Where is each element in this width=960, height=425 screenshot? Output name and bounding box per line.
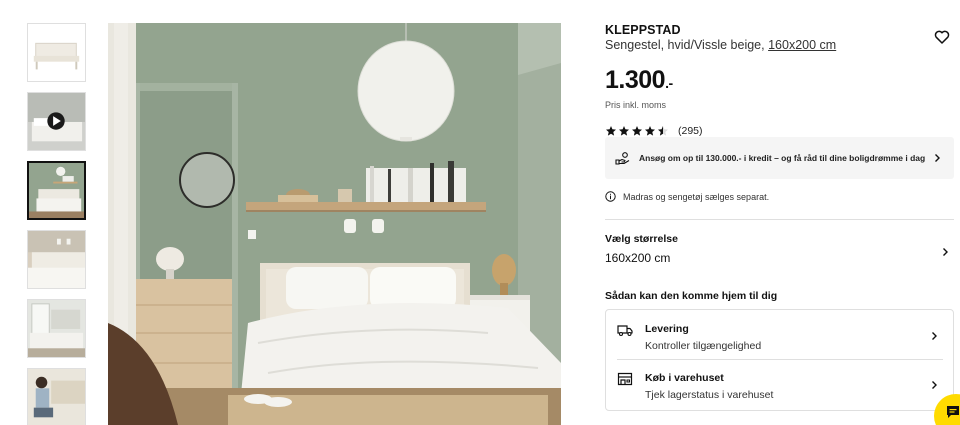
- thumbnail-headboard[interactable]: [27, 230, 86, 289]
- main-product-image[interactable]: [108, 23, 561, 425]
- star-icon: [645, 126, 655, 136]
- product-info: KLEPPSTAD Sengestel, hvid/Vissle beige, …: [605, 23, 954, 411]
- rating[interactable]: (295): [605, 124, 954, 138]
- store-icon: [617, 372, 633, 386]
- product-description-text: Sengestel, hvid/Vissle beige,: [605, 38, 765, 52]
- price-note: Pris inkl. moms: [605, 100, 667, 110]
- info-icon: [605, 191, 616, 202]
- divider: [605, 219, 954, 220]
- chevron-right-icon: [943, 248, 948, 256]
- truck-icon: [617, 325, 633, 337]
- thumbnail-bed-frame[interactable]: [27, 23, 86, 82]
- thumbnail-strip: [27, 23, 87, 425]
- half-star-icon: [658, 126, 668, 136]
- credit-banner[interactable]: Ansøg om op til 130.000.- i kredit – og …: [605, 137, 954, 179]
- product-price: 1.300.-: [605, 65, 954, 98]
- price-suffix: .-: [665, 75, 673, 91]
- notice: Madras og sengetøj sælges separat.: [605, 191, 769, 202]
- thumbnail-window[interactable]: [27, 299, 86, 358]
- delivery-options: Levering Kontroller tilgængelighed Køb i…: [605, 309, 954, 411]
- heart-icon[interactable]: [934, 29, 950, 45]
- chevron-right-icon: [932, 332, 937, 340]
- chevron-right-icon: [932, 381, 937, 389]
- size-selector[interactable]: Vælg størrelse 160x200 cm: [605, 233, 954, 273]
- product-size-link[interactable]: 160x200 cm: [768, 38, 836, 52]
- delivery-option-subtitle: Tjek lagerstatus i varehuset: [645, 389, 774, 401]
- delivery-title: Sådan kan den komme hjem til dig: [605, 290, 778, 302]
- rating-stars: [605, 125, 670, 137]
- notice-text: Madras og sengetøj sælges separat.: [623, 191, 770, 202]
- thumbnail-bedroom-green[interactable]: [27, 161, 86, 220]
- star-icon: [606, 126, 616, 136]
- thumbnail-assembly[interactable]: [27, 368, 86, 425]
- chat-bubble-icon: [947, 406, 959, 418]
- size-selector-value: 160x200 cm: [605, 251, 671, 265]
- star-icon: [632, 126, 642, 136]
- delivery-option-levering[interactable]: Levering Kontroller tilgængelighed: [617, 312, 943, 360]
- chevron-right-icon: [935, 154, 940, 162]
- size-selector-label: Vælg størrelse: [605, 233, 678, 245]
- delivery-option-title: Levering: [645, 323, 689, 335]
- star-icon: [619, 126, 629, 136]
- product-description: Sengestel, hvid/Vissle beige, 160x200 cm: [605, 38, 954, 53]
- delivery-option-store[interactable]: Køb i varehuset Tjek lagerstatus i vareh…: [617, 361, 943, 409]
- credit-banner-text: Ansøg om op til 130.000.- i kredit – og …: [639, 153, 926, 163]
- delivery-option-subtitle: Kontroller tilgængelighed: [645, 340, 762, 352]
- thumbnail-video[interactable]: [27, 92, 86, 151]
- price-main: 1.300: [605, 66, 666, 94]
- hand-coins-icon: [615, 152, 630, 165]
- product-name: KLEPPSTAD: [605, 23, 681, 37]
- delivery-option-title: Køb i varehuset: [645, 372, 724, 384]
- rating-count: (295): [678, 125, 703, 137]
